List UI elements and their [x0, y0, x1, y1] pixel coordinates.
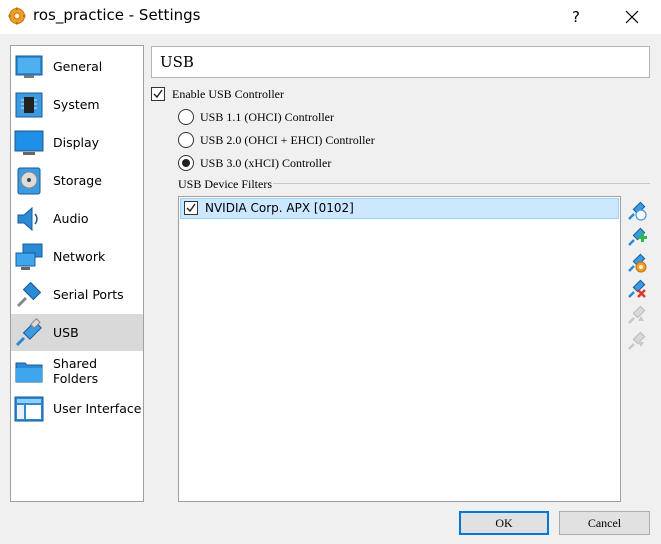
sidebar-item-label: User Interface — [53, 401, 142, 416]
sidebar-item-label: System — [53, 97, 100, 112]
virtualbox-settings-icon — [8, 7, 26, 25]
move-filter-down-icon — [628, 331, 646, 350]
cancel-button[interactable]: Cancel — [559, 511, 650, 535]
add-empty-filter-icon[interactable] — [626, 200, 648, 222]
close-button[interactable] — [614, 3, 650, 31]
sidebar-item-audio[interactable]: Audio — [11, 200, 143, 237]
usb20-label[interactable]: USB 2.0 (OHCI + EHCI) Controller — [200, 133, 375, 148]
ok-button[interactable]: OK — [459, 511, 549, 535]
sidebar-item-label: Storage — [53, 173, 102, 188]
remove-filter-icon[interactable] — [626, 278, 648, 300]
sidebar-item-storage[interactable]: Storage — [11, 162, 143, 199]
usb30-radio[interactable] — [178, 155, 194, 171]
audio-speaker-icon — [17, 206, 38, 231]
sidebar-item-display[interactable]: Display — [11, 124, 143, 161]
enable-usb-label[interactable]: Enable USB Controller — [172, 87, 284, 102]
user-interface-icon — [14, 396, 44, 421]
sidebar-item-label: Shared Folders — [53, 355, 99, 386]
sidebar-item-serial-ports[interactable]: Serial Ports — [11, 276, 143, 313]
sidebar-item-network[interactable]: Network — [11, 238, 143, 275]
radio-selected-dot — [182, 159, 190, 167]
shared-folder-icon — [15, 362, 43, 382]
close-icon — [625, 10, 639, 24]
display-monitor-icon — [14, 130, 44, 155]
network-icon — [15, 243, 43, 270]
filter-enabled-checkbox[interactable] — [184, 201, 198, 215]
sidebar-item-label: Audio — [53, 211, 89, 226]
edit-filter-icon[interactable] — [626, 252, 648, 274]
checkmark-icon — [153, 89, 163, 99]
enable-usb-checkbox[interactable] — [151, 87, 165, 101]
sidebar-item-label: USB — [53, 325, 79, 340]
sidebar-item-system[interactable]: System — [11, 86, 143, 123]
sidebar-item-label: General — [53, 59, 103, 74]
system-chip-icon — [15, 92, 43, 117]
usb20-radio[interactable] — [178, 132, 194, 148]
sidebar-item-label: Serial Ports — [53, 287, 124, 302]
help-button[interactable]: ? — [562, 3, 590, 31]
sidebar-item-user-interface[interactable]: User Interface — [11, 390, 143, 427]
filter-name: NVIDIA Corp. APX [0102] — [205, 201, 354, 215]
page-title-text: USB — [160, 53, 194, 71]
sidebar-item-shared-folders[interactable]: Shared Folders — [11, 352, 143, 389]
sidebar-item-usb[interactable]: USB — [11, 314, 143, 351]
page-title: USB — [151, 46, 650, 78]
usb11-label[interactable]: USB 1.1 (OHCI) Controller — [200, 110, 334, 125]
checkmark-icon — [186, 203, 196, 213]
title-bar: ros_practice - Settings ? — [0, 0, 661, 34]
usb-icon — [15, 317, 42, 346]
general-icon — [15, 55, 43, 78]
group-divider — [273, 183, 650, 184]
storage-disk-icon — [17, 167, 41, 194]
add-filter-from-device-icon[interactable] — [626, 226, 648, 248]
usb-device-filters-label: USB Device Filters — [178, 177, 272, 191]
sidebar-item-label: Display — [53, 135, 100, 150]
sidebar-item-general[interactable]: General — [11, 48, 143, 85]
move-filter-up-icon — [628, 305, 646, 324]
sidebar-item-label: Network — [53, 249, 106, 264]
usb-filter-list[interactable]: NVIDIA Corp. APX [0102] — [178, 196, 621, 502]
settings-sidebar: General System Display Storage Audio Net… — [10, 45, 144, 502]
window-title: ros_practice - Settings — [33, 6, 201, 24]
list-item[interactable]: NVIDIA Corp. APX [0102] — [180, 198, 619, 219]
serial-port-icon — [16, 281, 42, 307]
usb30-label[interactable]: USB 3.0 (xHCI) Controller — [200, 156, 331, 171]
usb11-radio[interactable] — [178, 109, 194, 125]
